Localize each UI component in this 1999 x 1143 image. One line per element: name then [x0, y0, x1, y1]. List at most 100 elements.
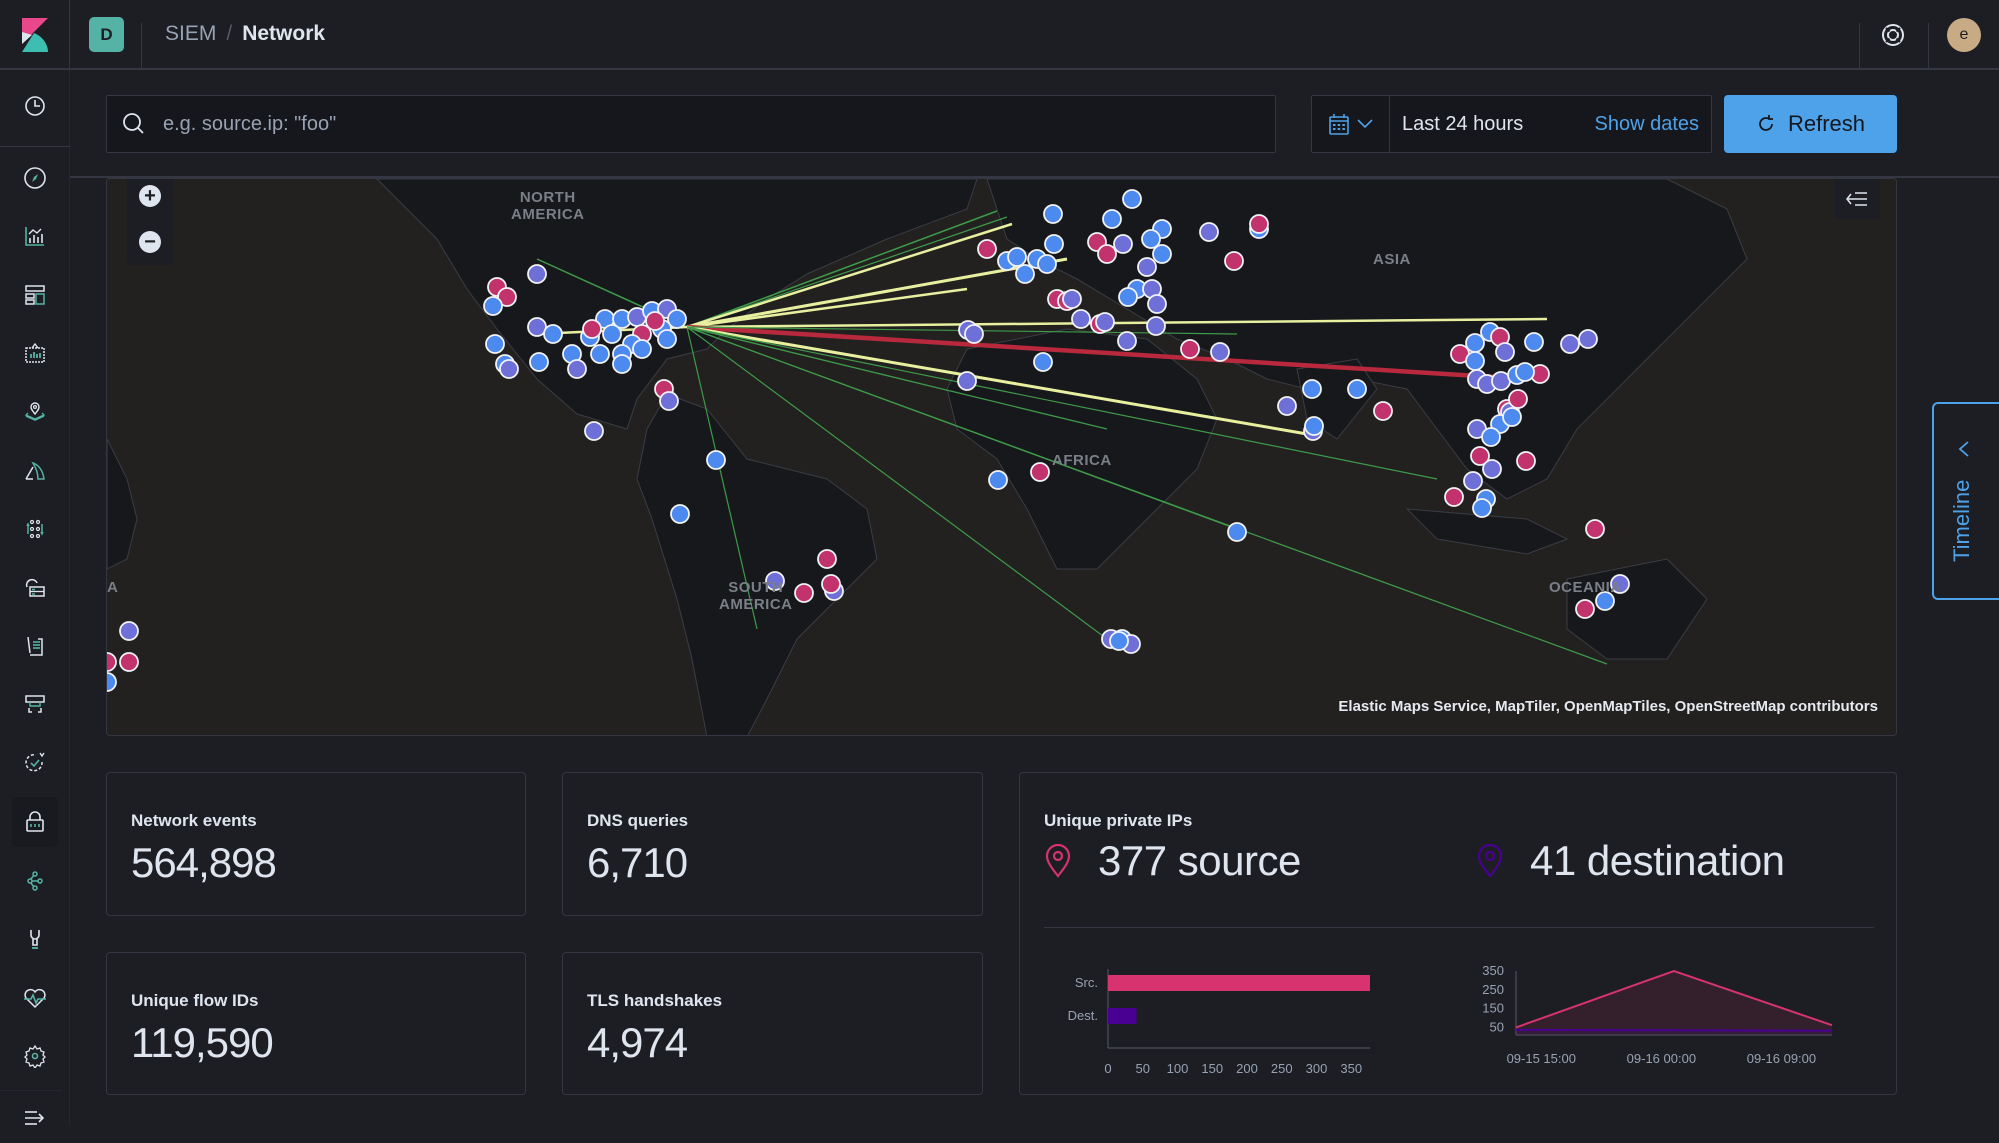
ip-point: [119, 652, 139, 672]
chevron-left-icon: [1958, 441, 1969, 457]
user-avatar[interactable]: e: [1947, 18, 1981, 52]
query-bar: Last 24 hours Show dates Refresh: [70, 72, 1999, 178]
ip-point: [1071, 309, 1091, 329]
ip-point: [529, 352, 549, 372]
ip-point: [1146, 316, 1166, 336]
ip-point: [1015, 264, 1035, 284]
ip-point: [1147, 294, 1167, 314]
map-marker-icon: [1477, 844, 1503, 878]
ip-point: [1302, 379, 1322, 399]
user-initial: e: [1959, 26, 1969, 43]
map-label-text: NORTH AMERICA: [511, 189, 585, 223]
kpi-value: 6,710: [587, 839, 688, 886]
search-icon: [123, 113, 144, 134]
x-tick-label: 0: [1104, 1061, 1111, 1073]
bar-dest: [1108, 1008, 1137, 1024]
ip-point: [582, 319, 602, 339]
timeline-flyout-button[interactable]: Timeline: [1932, 402, 1999, 600]
canvas-icon: [25, 342, 45, 363]
ip-point: [1037, 254, 1057, 274]
ip-point: [1508, 389, 1528, 409]
divider: [1044, 927, 1874, 928]
show-dates-link[interactable]: Show dates: [1594, 113, 1699, 136]
ip-point: [1465, 351, 1485, 371]
breadcrumb-siem[interactable]: SIEM: [165, 22, 216, 46]
ip-point: [1137, 257, 1157, 277]
date-range-value[interactable]: Last 24 hours: [1402, 113, 1523, 136]
nav-uptime-check[interactable]: [0, 738, 70, 788]
map-zoom-controls: + −: [127, 179, 173, 265]
help-button[interactable]: [1878, 20, 1908, 50]
nav-dashboard[interactable]: [0, 270, 70, 320]
ip-point: [1109, 631, 1129, 651]
nav-apm[interactable]: [0, 621, 70, 671]
top-header: D SIEM / Network e: [0, 0, 1999, 70]
nav-maps[interactable]: [0, 387, 70, 437]
map-canvas[interactable]: [107, 179, 1897, 736]
ip-point: [657, 329, 677, 349]
search-field[interactable]: [106, 95, 1276, 153]
ip-point: [1516, 451, 1536, 471]
ip-point: [1524, 332, 1544, 352]
zoom-out-button[interactable]: −: [139, 231, 161, 253]
nav-graph[interactable]: [0, 856, 70, 906]
refresh-label: Refresh: [1787, 111, 1866, 136]
nav-visualize[interactable]: [0, 211, 70, 261]
divider: [0, 1090, 62, 1091]
refresh-button[interactable]: Refresh: [1724, 95, 1897, 153]
ip-point: [821, 574, 841, 594]
ip-point: [602, 324, 622, 344]
ip-point: [590, 344, 610, 364]
nav-logs[interactable]: [0, 562, 70, 612]
nav-infrastructure[interactable]: [0, 504, 70, 554]
layer-control-toggle[interactable]: [1834, 179, 1880, 219]
ip-point: [1117, 331, 1137, 351]
nav-dock-toggle[interactable]: [0, 1093, 70, 1143]
nav-recently-viewed[interactable]: [0, 81, 70, 131]
kibana-logo-icon: [21, 18, 48, 52]
ip-point: [527, 264, 547, 284]
nav-discover[interactable]: [0, 153, 70, 203]
kpi-title: Network events: [131, 811, 257, 830]
quick-select-button[interactable]: [1312, 96, 1390, 152]
ml-icon: [25, 461, 45, 480]
kibana-logo[interactable]: [0, 0, 70, 70]
ip-point: [632, 339, 652, 359]
nav-siem[interactable]: [12, 797, 58, 847]
minus-icon: −: [144, 231, 156, 253]
plus-icon: +: [144, 185, 156, 207]
infrastructure-icon: [26, 519, 44, 539]
help-lifebuoy-icon: [1882, 24, 1904, 46]
ip-point: [964, 324, 984, 344]
nav-machine-learning[interactable]: [0, 445, 70, 495]
map-label-south-america: SOUTH AMERICA: [719, 579, 793, 613]
ip-point: [584, 421, 604, 441]
dashboard-icon: [25, 285, 45, 305]
calendar-icon: [1328, 114, 1349, 135]
network-map[interactable]: NORTH AMERICA ASIA AFRICA SOUTH AMERICA …: [106, 178, 1897, 736]
kpi-title: DNS queries: [587, 811, 689, 830]
ip-point: [1095, 312, 1115, 332]
side-nav: [0, 70, 70, 1126]
search-input[interactable]: [163, 96, 1263, 152]
map-attribution[interactable]: Elastic Maps Service, MapTiler, OpenMapT…: [1338, 698, 1878, 715]
ip-point: [1575, 599, 1595, 619]
ip-point: [1141, 229, 1161, 249]
bar-src: [1108, 975, 1370, 991]
ip-point: [1097, 244, 1117, 264]
ip-point: [1304, 416, 1324, 436]
refresh-icon: [1759, 115, 1773, 131]
space-selector[interactable]: D: [89, 17, 124, 52]
ip-point: [485, 334, 505, 354]
zoom-in-button[interactable]: +: [139, 185, 161, 207]
space-initial: D: [100, 24, 113, 44]
nav-management[interactable]: [0, 1031, 70, 1081]
nav-dev-tools[interactable]: [0, 914, 70, 964]
nav-canvas[interactable]: [0, 328, 70, 378]
nav-monitoring[interactable]: [0, 973, 70, 1023]
ips-bar-chart: Src. Dest. 0 50 100 150 200 250 300 350: [1068, 969, 1370, 1073]
ip-point: [499, 359, 519, 379]
gear-icon: [24, 1044, 46, 1068]
nav-uptime[interactable]: [0, 679, 70, 729]
kpi-tls-handshakes: TLS handshakes 4,974: [562, 952, 983, 1095]
